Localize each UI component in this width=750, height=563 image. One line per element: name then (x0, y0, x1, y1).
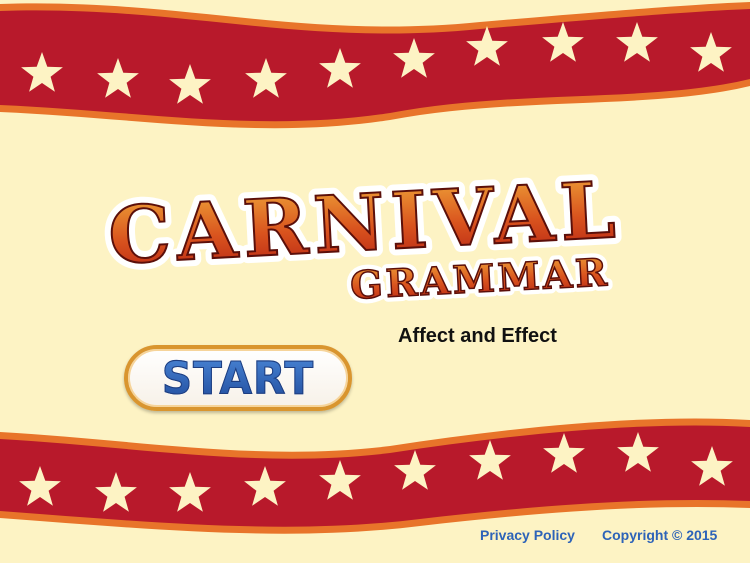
privacy-policy-link[interactable]: Privacy Policy (480, 527, 575, 543)
start-button-label: START (161, 352, 315, 405)
lesson-title: Affect and Effect (398, 325, 557, 347)
start-button[interactable]: START (124, 345, 352, 411)
game-logo: CARNIVAL CARNIVAL GRAMMAR GRAMMAR (80, 158, 650, 313)
copyright-link[interactable]: Copyright © 2015 (602, 527, 717, 543)
